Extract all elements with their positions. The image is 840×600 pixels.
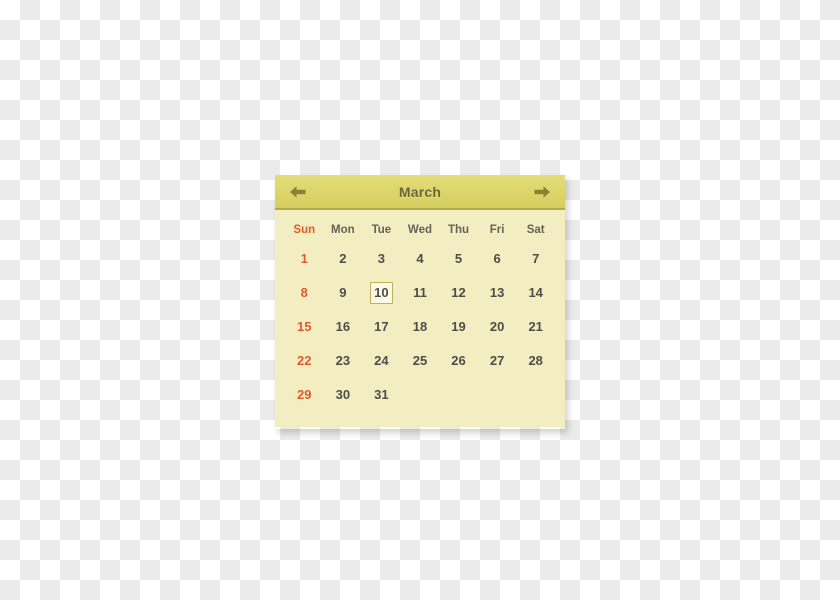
- calendar-day-cell[interactable]: 5: [439, 242, 478, 276]
- calendar-week-row: 29 30 31: [285, 378, 555, 412]
- day-label: 5: [454, 251, 463, 266]
- calendar-widget: March Sun Mon Tue Wed Thu Fri Sat 1 2 3 4 5 6 7 8 9 10 1…: [275, 175, 565, 429]
- calendar-day-cell[interactable]: 12: [439, 276, 478, 310]
- arrow-left-icon: [288, 184, 308, 200]
- day-label: 26: [451, 353, 466, 368]
- calendar-day-cell[interactable]: 8: [285, 276, 324, 310]
- calendar-day-cell[interactable]: 28: [516, 344, 555, 378]
- weekday-header-wed: Wed: [407, 224, 432, 236]
- day-label: 22: [297, 353, 312, 368]
- calendar-day-cell[interactable]: 26: [439, 344, 478, 378]
- calendar-day-cell[interactable]: 18: [401, 310, 440, 344]
- day-label: [487, 396, 507, 400]
- selected-day-label: 10: [370, 282, 393, 304]
- next-month-button[interactable]: [531, 183, 553, 201]
- day-label: [410, 396, 430, 400]
- weekday-header-thu: Thu: [447, 224, 470, 236]
- day-label: 23: [335, 353, 351, 368]
- calendar-week-row: 15 16 17 18 19 20 21: [285, 310, 555, 344]
- weekday-header-row: Sun Mon Tue Wed Thu Fri Sat: [285, 224, 555, 242]
- calendar-week-row: 22 23 24 25 26 27 28: [285, 344, 555, 378]
- calendar-week-row: 8 9 10 11 12 13 14: [285, 276, 555, 310]
- day-label: 16: [335, 319, 351, 334]
- calendar-grid: Sun Mon Tue Wed Thu Fri Sat 1 2 3 4 5 6 7 8 9 10 11 12 13 1…: [285, 224, 555, 412]
- calendar-day-cell-empty: [478, 378, 517, 412]
- day-label: 6: [493, 251, 501, 266]
- calendar-day-cell[interactable]: 11: [401, 276, 440, 310]
- day-label: 2: [339, 251, 347, 266]
- day-label: 30: [335, 387, 351, 402]
- day-label: 28: [528, 353, 543, 368]
- day-label: 29: [297, 387, 312, 402]
- calendar-day-cell[interactable]: 16: [324, 310, 363, 344]
- weekday-header-tue: Tue: [371, 224, 392, 236]
- day-label: 17: [374, 319, 389, 334]
- calendar-day-cell[interactable]: 2: [324, 242, 363, 276]
- day-label: 25: [412, 353, 428, 368]
- day-label: [449, 396, 469, 400]
- calendar-day-cell-empty: [516, 378, 555, 412]
- day-label: 1: [300, 251, 308, 266]
- weekday-header-mon: Mon: [331, 224, 355, 236]
- day-label: 31: [374, 387, 389, 402]
- weekday-header-sat: Sat: [526, 224, 545, 236]
- day-label: 21: [528, 319, 543, 334]
- day-label: 8: [300, 285, 308, 300]
- day-label: 13: [489, 285, 505, 300]
- calendar-body: Sun Mon Tue Wed Thu Fri Sat 1 2 3 4 5 6 7 8 9 10 11 12 13 1…: [275, 210, 565, 427]
- day-label: 24: [374, 353, 389, 368]
- calendar-day-cell[interactable]: 13: [478, 276, 517, 310]
- weekday-header-sun: Sun: [293, 224, 316, 236]
- day-label: 18: [412, 319, 428, 334]
- calendar-day-cell-empty: [439, 378, 478, 412]
- calendar-week-row: 1 2 3 4 5 6 7: [285, 242, 555, 276]
- calendar-day-cell[interactable]: 10: [362, 276, 401, 310]
- calendar-day-cell[interactable]: 4: [401, 242, 440, 276]
- calendar-day-cell[interactable]: 25: [401, 344, 440, 378]
- arrow-right-icon: [532, 184, 552, 200]
- day-label: 15: [297, 319, 312, 334]
- calendar-day-cell[interactable]: 30: [324, 378, 363, 412]
- day-label: 12: [451, 285, 466, 300]
- calendar-day-cell[interactable]: 31: [362, 378, 401, 412]
- calendar-day-cell[interactable]: 14: [516, 276, 555, 310]
- day-label: 20: [489, 319, 505, 334]
- calendar-day-cell[interactable]: 7: [516, 242, 555, 276]
- day-label: 9: [339, 285, 347, 300]
- calendar-day-cell[interactable]: 15: [285, 310, 324, 344]
- calendar-day-cell[interactable]: 20: [478, 310, 517, 344]
- calendar-day-cell[interactable]: 23: [324, 344, 363, 378]
- calendar-day-cell[interactable]: 21: [516, 310, 555, 344]
- calendar-day-cell[interactable]: 29: [285, 378, 324, 412]
- day-label: 19: [451, 319, 466, 334]
- calendar-day-cell[interactable]: 9: [324, 276, 363, 310]
- calendar-header: March: [275, 175, 565, 210]
- calendar-day-cell[interactable]: 6: [478, 242, 517, 276]
- day-label: [526, 396, 546, 400]
- day-label: 4: [416, 251, 424, 266]
- day-label: 7: [532, 251, 540, 266]
- previous-month-button[interactable]: [287, 183, 309, 201]
- calendar-day-cell[interactable]: 17: [362, 310, 401, 344]
- day-label: 3: [377, 251, 386, 266]
- day-label: 11: [413, 285, 427, 300]
- calendar-day-cell[interactable]: 24: [362, 344, 401, 378]
- day-label: 14: [528, 285, 543, 300]
- day-label: 27: [489, 353, 505, 368]
- weekday-header-fri: Fri: [489, 224, 505, 236]
- calendar-day-cell-empty: [401, 378, 440, 412]
- calendar-day-cell[interactable]: 22: [285, 344, 324, 378]
- calendar-day-cell[interactable]: 27: [478, 344, 517, 378]
- calendar-day-cell[interactable]: 3: [362, 242, 401, 276]
- calendar-day-cell[interactable]: 19: [439, 310, 478, 344]
- page-title: March: [398, 183, 442, 200]
- calendar-day-cell[interactable]: 1: [285, 242, 324, 276]
